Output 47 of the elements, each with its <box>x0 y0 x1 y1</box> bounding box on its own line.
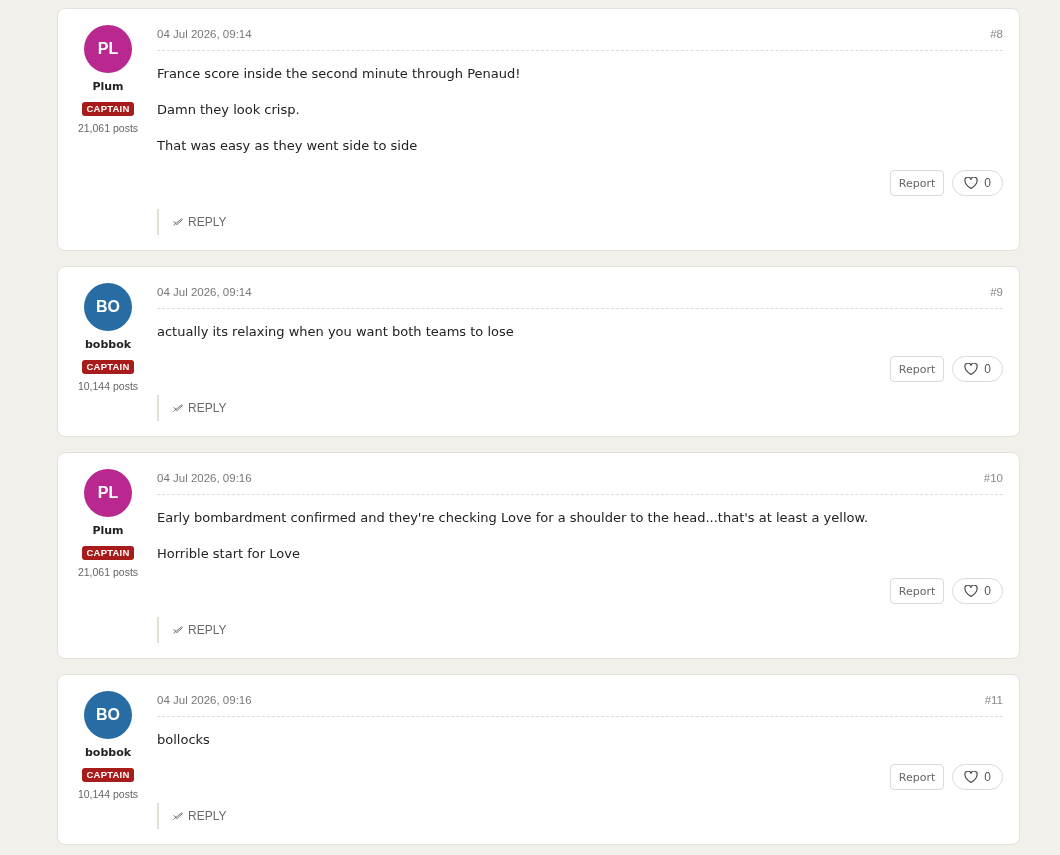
reply-button[interactable]: REPLY <box>173 215 227 229</box>
report-button[interactable]: Report <box>889 356 945 382</box>
username[interactable]: bobbok <box>84 745 132 761</box>
post-count: 10,144 posts <box>77 787 139 801</box>
post-number-link[interactable]: #9 <box>990 282 1003 302</box>
post-number-link[interactable]: #8 <box>990 24 1003 44</box>
post-text: That was easy as they went side to side <box>157 137 419 155</box>
reply-button[interactable]: REPLY <box>173 401 227 415</box>
post-text: actually its relaxing when you want both teams to lose <box>157 323 515 341</box>
username[interactable]: Plum <box>92 79 124 95</box>
post-count: 21,061 posts <box>77 121 139 135</box>
user-avatar: BO <box>84 283 132 331</box>
username[interactable]: Plum <box>92 523 124 539</box>
rank-badge: CAPTAIN <box>81 102 135 116</box>
post-date: 04 Jul 2026, 09:14 <box>157 27 252 42</box>
user-avatar: BO <box>84 691 132 739</box>
rank-badge: CAPTAIN <box>81 546 135 560</box>
rank-badge: CAPTAIN <box>81 360 135 374</box>
user-avatar: PL <box>84 25 132 73</box>
post-text: Damn they look crisp. <box>157 101 301 119</box>
post-text: bollocks <box>157 731 211 749</box>
post-count: 10,144 posts <box>77 379 139 393</box>
pen-icon <box>173 626 183 634</box>
username[interactable]: bobbok <box>84 337 132 353</box>
post-text: Horrible start for Love <box>157 545 301 563</box>
post-number-link[interactable]: #11 <box>984 690 1003 710</box>
post-number-link[interactable]: #10 <box>983 468 1003 488</box>
reply-button[interactable]: REPLY <box>173 623 227 637</box>
reply-button[interactable]: REPLY <box>173 809 227 823</box>
like-button[interactable]: 0 <box>952 764 1003 790</box>
post-date: 04 Jul 2026, 09:16 <box>157 693 252 708</box>
pen-icon <box>173 404 183 412</box>
like-button[interactable]: 0 <box>952 578 1003 604</box>
pen-icon <box>173 218 183 226</box>
user-avatar: PL <box>84 469 132 517</box>
post-date: 04 Jul 2026, 09:14 <box>157 285 252 300</box>
report-button[interactable]: Report <box>889 170 945 196</box>
post-count: 21,061 posts <box>77 565 139 579</box>
like-button[interactable]: 0 <box>952 356 1003 382</box>
post-text: France score inside the second minute through Penaud! <box>157 65 522 83</box>
post-date: 04 Jul 2026, 09:16 <box>157 471 252 486</box>
report-button[interactable]: Report <box>889 764 945 790</box>
like-button[interactable]: 0 <box>952 170 1003 196</box>
post-text: Early bombardment confirmed and they're checking Love for a shoulder to the head...that's at least a yellow. <box>157 509 870 527</box>
pen-icon <box>173 812 183 820</box>
rank-badge: CAPTAIN <box>81 768 135 782</box>
report-button[interactable]: Report <box>889 578 945 604</box>
